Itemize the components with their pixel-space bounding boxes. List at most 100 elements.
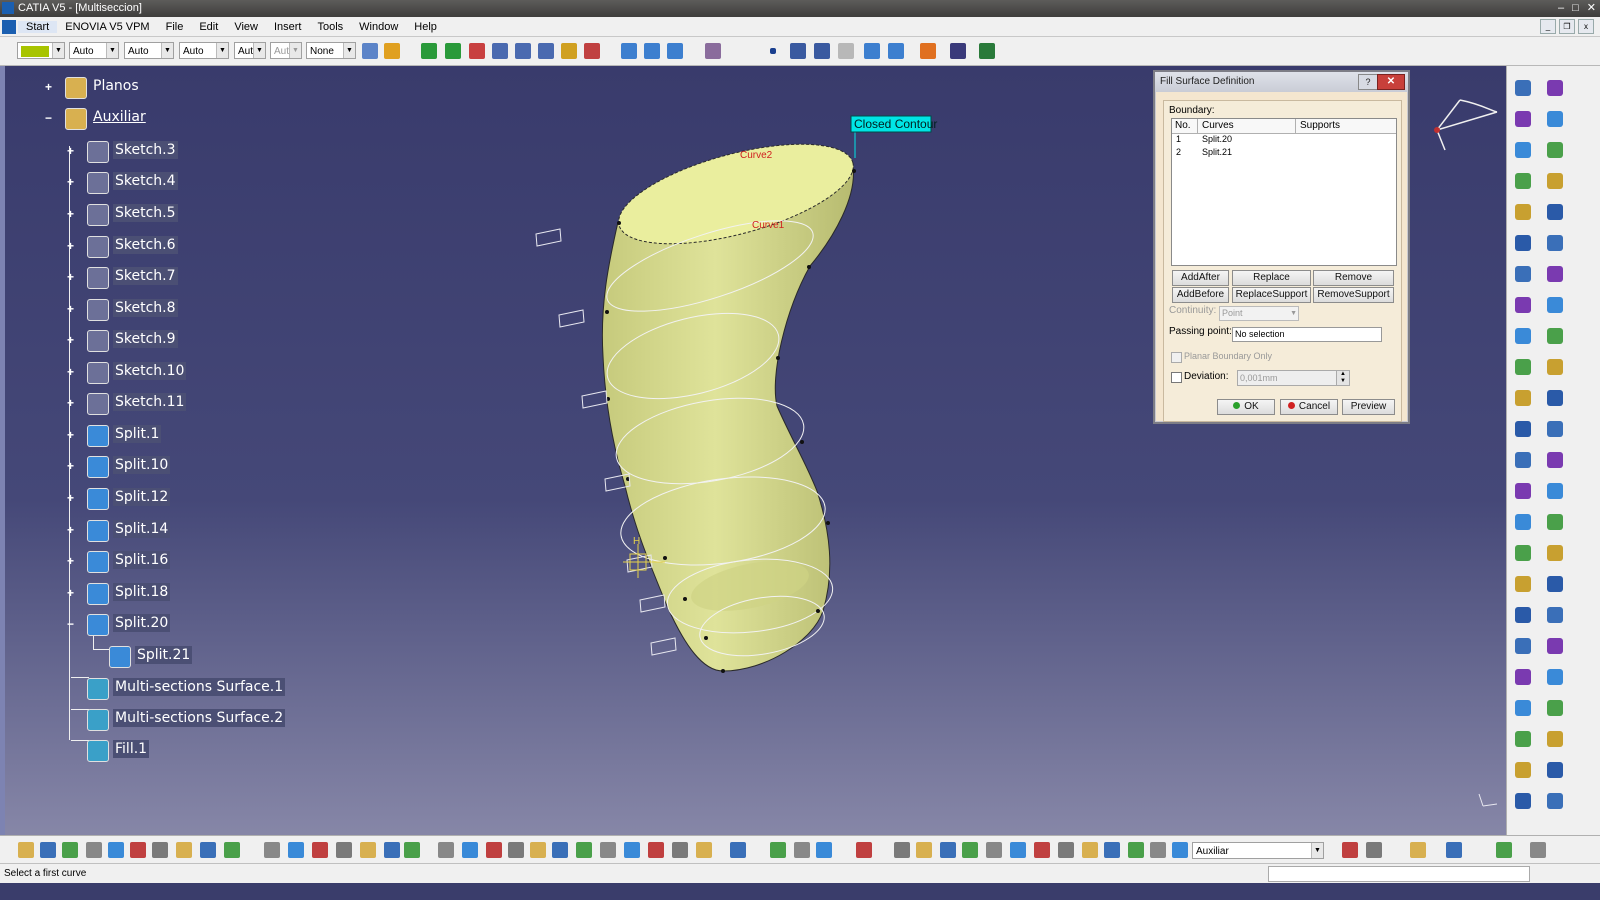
bottom-tool-icon[interactable]	[18, 842, 34, 858]
dot-icon[interactable]	[770, 48, 776, 54]
ok-button[interactable]: OK	[1217, 399, 1275, 415]
expand-icon[interactable]: +	[65, 429, 76, 441]
tool-icon[interactable]	[1547, 576, 1563, 592]
tool-icon[interactable]	[1547, 638, 1563, 654]
helix-icon[interactable]	[814, 43, 830, 59]
bottom-tool-icon[interactable]	[264, 842, 280, 858]
tool-icon[interactable]	[1547, 669, 1563, 685]
boundary-table[interactable]: No. Curves Supports 1 Split.20 2 Split.2…	[1171, 118, 1397, 266]
bottom-tool-icon[interactable]	[648, 842, 664, 858]
menu-file[interactable]: File	[158, 21, 192, 33]
bottom-tool-icon[interactable]	[856, 842, 872, 858]
removesupport-button[interactable]: RemoveSupport	[1313, 287, 1394, 303]
tool-icon[interactable]	[1547, 545, 1563, 561]
bottom-tool-icon[interactable]	[1128, 842, 1144, 858]
table-row[interactable]: 1 Split.20	[1172, 134, 1396, 147]
tool-icon[interactable]	[1547, 204, 1563, 220]
current-set-combo[interactable]: Auxiliar ▼	[1192, 842, 1324, 859]
bottom-tool-icon[interactable]	[40, 842, 56, 858]
bottom-tool-icon[interactable]	[1446, 842, 1462, 858]
command-input[interactable]	[1268, 866, 1530, 882]
tree-node[interactable]: Split.14	[113, 520, 171, 538]
tree-node[interactable]: Split.20	[113, 614, 171, 632]
col-supports[interactable]: Supports	[1300, 120, 1340, 131]
menu-insert[interactable]: Insert	[266, 21, 310, 33]
bottom-tool-icon[interactable]	[770, 842, 786, 858]
tool-icon[interactable]	[1515, 762, 1531, 778]
tree-node[interactable]: Fill.1	[113, 740, 150, 758]
expand-icon[interactable]: +	[65, 145, 76, 157]
expand-icon[interactable]: +	[65, 271, 76, 283]
aut-combo-2[interactable]: Aut ▼	[270, 42, 302, 59]
tool-icon[interactable]	[1547, 142, 1563, 158]
linetype-combo[interactable]: Auto ▼	[69, 42, 119, 59]
table-icon[interactable]	[950, 43, 966, 59]
layer-combo[interactable]: Auto ▼	[179, 42, 229, 59]
bottom-tool-icon[interactable]	[1034, 842, 1050, 858]
tool-icon[interactable]	[1547, 700, 1563, 716]
tree-node[interactable]: Split.10	[113, 456, 171, 474]
tool-icon[interactable]	[1515, 576, 1531, 592]
move-icon[interactable]	[445, 43, 461, 59]
tool-icon[interactable]	[1547, 607, 1563, 623]
tree-node[interactable]: Split.18	[113, 583, 171, 601]
bottom-tool-icon[interactable]	[1530, 842, 1546, 858]
tool-icon[interactable]	[1515, 514, 1531, 530]
bottom-tool-icon[interactable]	[916, 842, 932, 858]
tools-icon[interactable]	[979, 43, 995, 59]
bottom-tool-icon[interactable]	[940, 842, 956, 858]
bottom-tool-icon[interactable]	[360, 842, 376, 858]
bottom-tool-icon[interactable]	[312, 842, 328, 858]
bottom-tool-icon[interactable]	[894, 842, 910, 858]
bottom-tool-icon[interactable]	[794, 842, 810, 858]
bottom-tool-icon[interactable]	[986, 842, 1002, 858]
bottom-tool-icon[interactable]	[624, 842, 640, 858]
bottom-tool-icon[interactable]	[176, 842, 192, 858]
col-no[interactable]: No.	[1175, 120, 1191, 131]
passing-point-field[interactable]: No selection	[1232, 327, 1382, 342]
expand-icon[interactable]: +	[65, 492, 76, 504]
join-icon[interactable]	[864, 43, 880, 59]
tool-icon[interactable]	[1547, 731, 1563, 747]
cancel-button[interactable]: Cancel	[1280, 399, 1338, 415]
remove-button[interactable]: Remove	[1313, 270, 1394, 286]
bottom-tool-icon[interactable]	[672, 842, 688, 858]
tool-icon[interactable]	[1515, 359, 1531, 375]
painter-icon[interactable]	[362, 43, 378, 59]
bottom-tool-icon[interactable]	[200, 842, 216, 858]
tool-icon[interactable]	[1515, 266, 1531, 282]
deviation-field[interactable]: 0,001mm	[1237, 370, 1337, 386]
app-menu-icon[interactable]	[2, 19, 16, 34]
replacesupport-button[interactable]: ReplaceSupport	[1232, 287, 1311, 303]
preview-button[interactable]: Preview	[1342, 399, 1395, 415]
bottom-tool-icon[interactable]	[730, 842, 746, 858]
addbefore-button[interactable]: AddBefore	[1172, 287, 1229, 303]
multi-result-icon[interactable]	[920, 43, 936, 59]
tool-icon[interactable]	[1515, 173, 1531, 189]
healing-icon[interactable]	[888, 43, 904, 59]
tool-icon[interactable]	[1547, 390, 1563, 406]
tool-icon[interactable]	[1515, 297, 1531, 313]
menu-enovia[interactable]: ENOVIA V5 VPM	[57, 21, 157, 33]
menu-edit[interactable]: Edit	[191, 21, 226, 33]
extrude-icon[interactable]	[621, 43, 637, 59]
col-curves[interactable]: Curves	[1202, 120, 1234, 131]
tool-icon[interactable]	[1515, 669, 1531, 685]
tree-node[interactable]: Sketch.5	[113, 204, 178, 222]
menu-start[interactable]: Start	[18, 20, 58, 33]
tree-node[interactable]: Split.1	[113, 425, 162, 443]
thickness-combo[interactable]: Auto ▼	[124, 42, 174, 59]
bottom-tool-icon[interactable]	[816, 842, 832, 858]
spline-icon[interactable]	[790, 43, 806, 59]
deviation-checkbox[interactable]	[1171, 372, 1182, 383]
tree-node[interactable]: Sketch.3	[113, 141, 178, 159]
expand-icon[interactable]: +	[65, 587, 76, 599]
addafter-button[interactable]: AddAfter	[1172, 270, 1229, 286]
tool-icon[interactable]	[1547, 793, 1563, 809]
continuity-select[interactable]: Point ▼	[1219, 306, 1299, 321]
pan-icon[interactable]	[421, 43, 437, 59]
none-combo[interactable]: None ▼	[306, 42, 356, 59]
tool-icon[interactable]	[1515, 700, 1531, 716]
tree-node[interactable]: Multi-sections Surface.2	[113, 709, 286, 727]
polyline-icon[interactable]	[538, 43, 554, 59]
